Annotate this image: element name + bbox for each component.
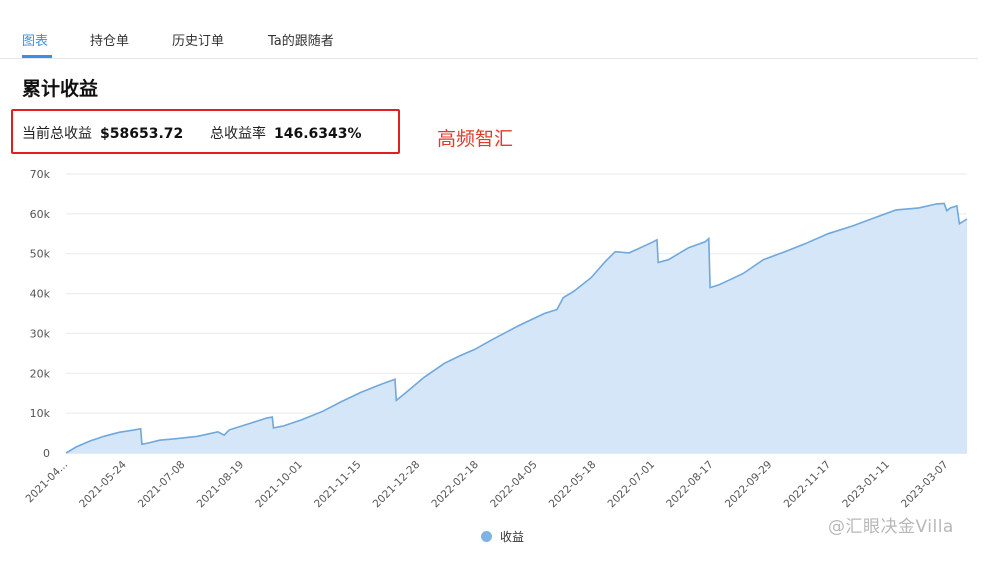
x-tick-label: 2021-04... bbox=[24, 459, 71, 506]
x-tick-label: 2022-11-17 bbox=[782, 459, 834, 511]
x-tick-label: 2022-07-01 bbox=[605, 459, 657, 511]
tab-bar: 图表 持仓单 历史订单 Ta的跟随者 bbox=[0, 0, 978, 59]
watermark: @汇眼决金Villa bbox=[828, 517, 954, 537]
x-tick-label: 2021-05-24 bbox=[77, 458, 129, 510]
x-tick-label: 2022-09-29 bbox=[723, 459, 775, 511]
return-rate-value: 146.6343% bbox=[274, 126, 362, 142]
tab-chart[interactable]: 图表 bbox=[22, 30, 48, 49]
legend-label: 收益 bbox=[500, 530, 525, 544]
x-tick-label: 2023-01-11 bbox=[840, 459, 892, 511]
legend-marker bbox=[481, 531, 492, 542]
x-tick-label: 2023-03-07 bbox=[899, 459, 951, 511]
tab-positions[interactable]: 持仓单 bbox=[90, 30, 129, 49]
x-tick-label: 2022-05-18 bbox=[547, 459, 599, 511]
x-tick-label: 2022-02-18 bbox=[429, 459, 481, 511]
y-tick-label: 40k bbox=[30, 288, 51, 301]
annotation-text: 高频智汇 bbox=[437, 128, 514, 150]
y-tick-label: 30k bbox=[30, 327, 51, 340]
active-tab-indicator bbox=[22, 55, 52, 58]
x-tick-label: 2021-07-08 bbox=[136, 459, 188, 511]
x-tick-label: 2021-11-15 bbox=[312, 459, 364, 511]
x-tick-label: 2021-12-28 bbox=[371, 459, 423, 511]
y-tick-label: 10k bbox=[30, 407, 51, 420]
y-tick-label: 20k bbox=[30, 367, 51, 380]
x-tick-label: 2022-08-17 bbox=[664, 459, 716, 511]
y-tick-label: 0 bbox=[43, 447, 50, 460]
y-tick-label: 70k bbox=[30, 168, 51, 181]
total-profit: 当前总收益 $58653.72 bbox=[22, 123, 183, 143]
return-rate-label: 总收益率 bbox=[210, 126, 266, 142]
total-profit-value: $58653.72 bbox=[100, 126, 184, 142]
total-profit-label: 当前总收益 bbox=[22, 126, 92, 142]
page-title: 累计收益 bbox=[22, 78, 99, 100]
x-tick-label: 2021-08-19 bbox=[195, 459, 247, 511]
tab-history-orders[interactable]: 历史订单 bbox=[172, 30, 224, 49]
y-tick-label: 60k bbox=[30, 208, 51, 221]
y-tick-label: 50k bbox=[30, 248, 51, 261]
series-area bbox=[66, 203, 967, 453]
chart-legend[interactable]: 收益 bbox=[481, 528, 524, 545]
tab-followers[interactable]: Ta的跟随者 bbox=[268, 30, 334, 49]
return-rate: 总收益率 146.6343% bbox=[210, 123, 362, 143]
cumulative-profit-chart: 0 10k 20k 30k 40k 50k 60k 70k 2021-04... 2021-05-… bbox=[24, 168, 968, 511]
x-tick-label: 2021-10-01 bbox=[253, 459, 305, 511]
x-tick-label: 2022-04-05 bbox=[488, 459, 540, 511]
